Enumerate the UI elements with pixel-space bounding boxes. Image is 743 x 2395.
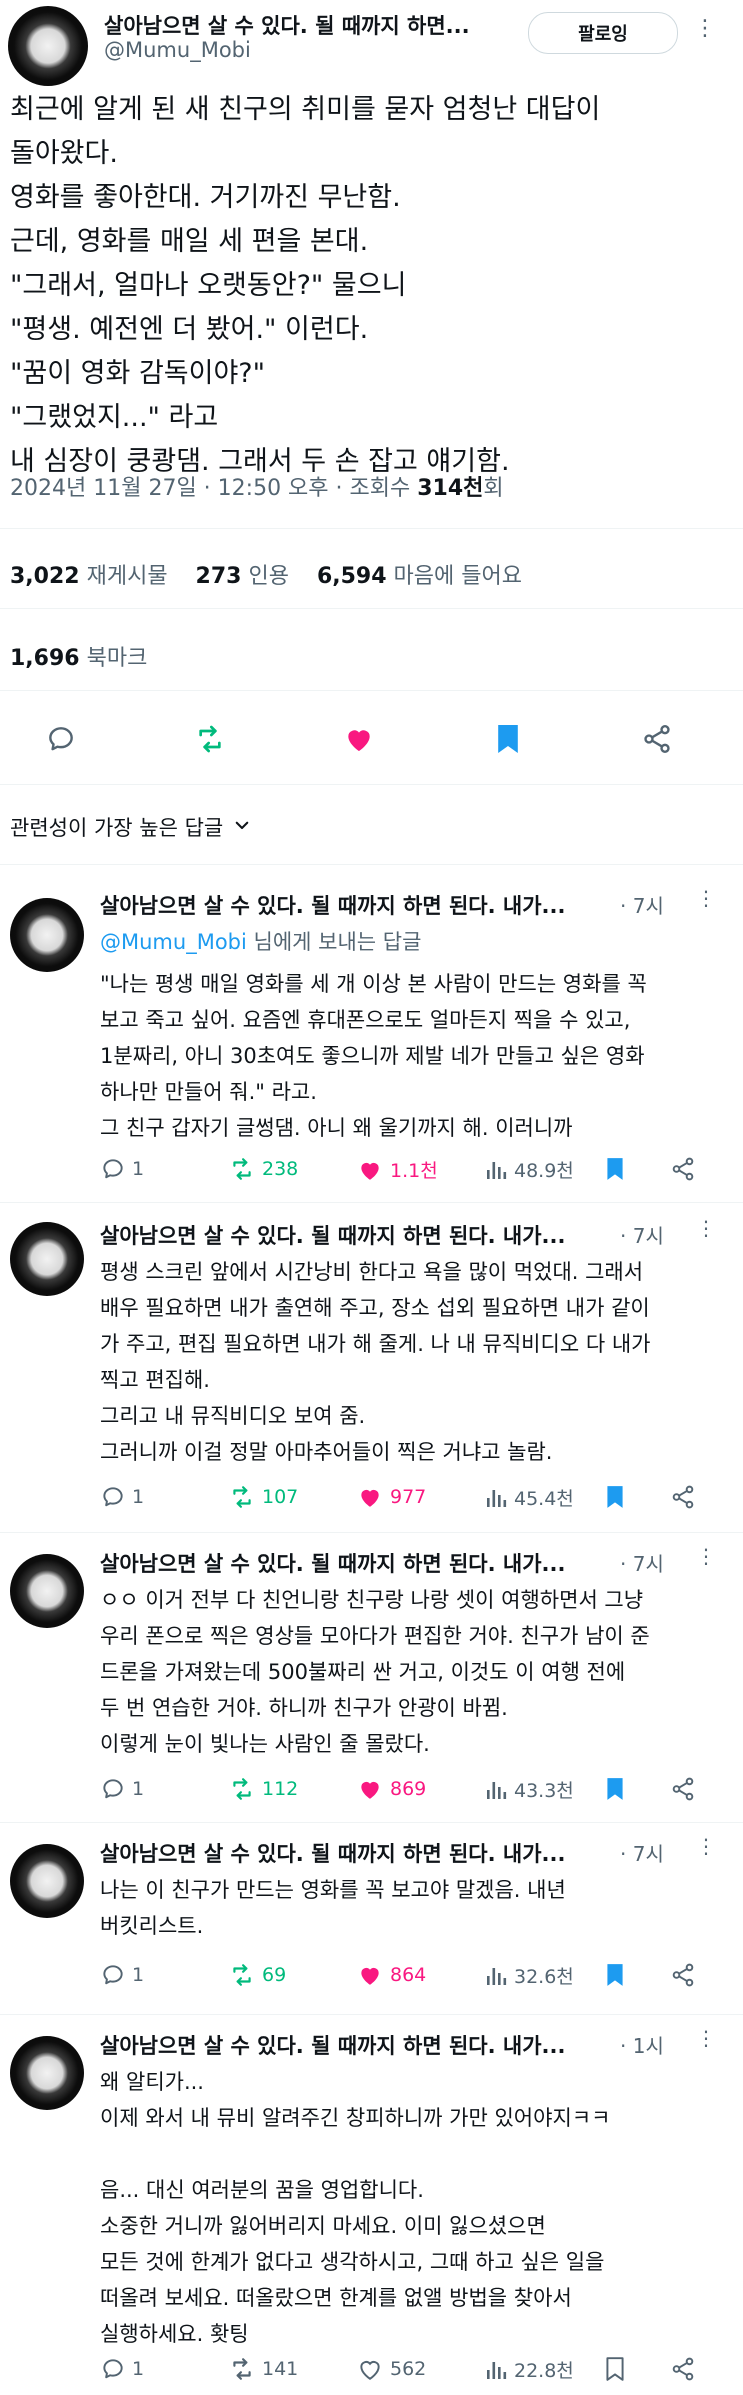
reply-share-icon[interactable] — [670, 1776, 696, 1802]
reply-author-name[interactable]: 살아남으면 살 수 있다. 될 때까지 하면 된다. 내가... — [100, 1838, 565, 1868]
reply-text: 왜 알티가... 이제 와서 내 뮤비 알려주긴 창피하니까 가만 있어야지ㅋㅋ… — [100, 2070, 611, 2346]
divider — [0, 784, 743, 785]
tweet-line: 돌아왔다. — [10, 138, 118, 169]
reply-views-button[interactable]: 22.8천 — [484, 2356, 574, 2383]
divider — [0, 528, 743, 529]
reply-share-icon[interactable] — [670, 2356, 696, 2382]
reply-like-button[interactable]: 869 — [356, 1776, 426, 1802]
reply-author-name[interactable]: 살아남으면 살 수 있다. 될 때까지 하면 된다. 내가... — [100, 890, 565, 920]
tweet-line: 최근에 알게 된 새 친구의 취미를 묻자 엄청난 대답이 — [10, 94, 601, 125]
reply-text: 평생 스크린 앞에서 시간낭비 한다고 욕을 많이 먹었대. 그래서 배우 필요… — [100, 1260, 651, 1464]
reply-like-button[interactable]: 977 — [356, 1484, 426, 1510]
divider — [0, 690, 743, 691]
reply-avatar[interactable] — [10, 1222, 84, 1296]
bookmark-count-link[interactable]: 1,696 북마크 — [10, 640, 147, 672]
tweet-stats-row: 3,022 재게시물 273 인용 6,594 마음에 들어요 — [10, 558, 522, 590]
follow-button[interactable]: 팔로잉 — [528, 12, 678, 54]
reply-more-icon[interactable]: ⋮ — [696, 1834, 717, 1858]
reply-reply-button[interactable]: 1 — [100, 1962, 144, 1988]
reply-more-icon[interactable]: ⋮ — [696, 886, 717, 910]
reply-reply-button[interactable]: 1 — [100, 1776, 144, 1802]
more-options-icon[interactable]: ⋮ — [694, 16, 717, 41]
tweet-line: "평생. 예전엔 더 봤어." 이런다. — [10, 314, 369, 345]
tweet-line: "그래서, 얼마나 오랫동안?" 물으니 — [10, 270, 407, 301]
views-suffix: 회 — [483, 476, 504, 501]
reply-reply-button[interactable]: 1 — [100, 1156, 144, 1182]
reply-avatar[interactable] — [10, 2036, 84, 2110]
reply-item[interactable]: 살아남으면 살 수 있다. 될 때까지 하면 된다. 내가... · 7시 ⋮ … — [0, 1202, 743, 1542]
reply-text: "나는 평생 매일 영화를 세 개 이상 본 사람이 만드는 영화를 꼭 보고 … — [100, 972, 647, 1140]
reply-retweet-button[interactable]: 112 — [228, 1776, 298, 1802]
reply-retweet-button[interactable]: 69 — [228, 1962, 286, 1988]
bookmark-icon[interactable] — [491, 722, 525, 756]
reply-author-name[interactable]: 살아남으면 살 수 있다. 될 때까지 하면 된다. 내가... — [100, 1548, 565, 1578]
reply-text: 나는 이 친구가 만드는 영화를 꼭 보고야 말겠음. 내년 버킷리스트. — [100, 1878, 566, 1938]
reply-author-name[interactable]: 살아남으면 살 수 있다. 될 때까지 하면 된다. 내가... — [100, 1220, 565, 1250]
retweet-icon[interactable] — [193, 722, 227, 756]
tweet-line: "꿈이 영화 감독이야?" — [10, 358, 266, 389]
reply-to-line: @Mumu_Mobi 님에게 보내는 답글 — [100, 930, 422, 954]
divider — [0, 608, 743, 609]
reply-avatar[interactable] — [10, 1554, 84, 1628]
reply-avatar[interactable] — [10, 898, 84, 972]
reply-bookmark-icon[interactable] — [604, 1156, 626, 1182]
author-handle[interactable]: @Mumu_Mobi — [104, 38, 251, 62]
author-name[interactable]: 살아남으면 살 수 있다. 될 때까지 하면... — [104, 10, 514, 40]
sort-label: 관련성이 가장 높은 답글 — [10, 816, 224, 840]
reply-time[interactable]: · 7시 — [620, 890, 664, 919]
reply-author-name[interactable]: 살아남으면 살 수 있다. 될 때까지 하면 된다. 내가... — [100, 2030, 565, 2060]
retweet-count-link[interactable]: 3,022 재게시물 — [10, 564, 168, 589]
tweet-line: 영화를 좋아한대. 거기까진 무난함. — [10, 182, 401, 213]
author-avatar[interactable] — [8, 6, 88, 86]
tweet-date[interactable]: 2024년 11월 27일 · 12:50 오후 · 조회수 — [10, 476, 417, 501]
tweet-meta: 2024년 11월 27일 · 12:50 오후 · 조회수 314천회 — [10, 470, 504, 502]
tweet-line: 근데, 영화를 매일 세 편을 본대. — [10, 226, 369, 257]
reply-reply-button[interactable]: 1 — [100, 1484, 144, 1510]
reply-time[interactable]: · 1시 — [620, 2030, 664, 2059]
reply-share-icon[interactable] — [670, 1484, 696, 1510]
reply-reply-button[interactable]: 1 — [100, 2356, 144, 2382]
reply-views-button[interactable]: 43.3천 — [484, 1776, 574, 1803]
reply-sort-dropdown[interactable]: 관련성이 가장 높은 답글 — [10, 812, 251, 842]
like-icon[interactable] — [342, 722, 376, 756]
tweet-views[interactable]: 314천 — [417, 476, 483, 501]
reply-item[interactable]: 살아남으면 살 수 있다. 될 때까지 하면 된다. 내가... · 7시 ⋮ … — [0, 870, 743, 1210]
reply-bookmark-icon[interactable] — [604, 2356, 626, 2382]
tweet-text: 최근에 알게 된 새 친구의 취미를 묻자 엄청난 대답이 돌아왔다. 영화를 … — [10, 88, 720, 484]
reply-to-handle[interactable]: @Mumu_Mobi — [100, 930, 247, 954]
reply-views-button[interactable]: 45.4천 — [484, 1484, 574, 1511]
reply-bookmark-icon[interactable] — [604, 1484, 626, 1510]
reply-text: ㅇㅇ 이거 전부 다 친언니랑 친구랑 나랑 셋이 여행하면서 그냥 우리 폰으… — [100, 1588, 650, 1756]
reply-item[interactable]: 살아남으면 살 수 있다. 될 때까지 하면 된다. 내가... · 7시 ⋮ … — [0, 1532, 743, 1832]
reply-retweet-button[interactable]: 238 — [228, 1156, 298, 1182]
reply-time[interactable]: · 7시 — [620, 1838, 664, 1867]
reply-icon[interactable] — [44, 722, 78, 756]
reply-like-button[interactable]: 864 — [356, 1962, 426, 1988]
reply-retweet-button[interactable]: 141 — [228, 2356, 298, 2382]
reply-time[interactable]: · 7시 — [620, 1220, 664, 1249]
reply-more-icon[interactable]: ⋮ — [696, 1216, 717, 1240]
reply-views-button[interactable]: 32.6천 — [484, 1962, 574, 1989]
divider — [0, 864, 743, 865]
reply-share-icon[interactable] — [670, 1156, 696, 1182]
reply-time[interactable]: · 7시 — [620, 1548, 664, 1577]
reply-retweet-button[interactable]: 107 — [228, 1484, 298, 1510]
reply-bookmark-icon[interactable] — [604, 1962, 626, 1988]
reply-like-button[interactable]: 1.1천 — [356, 1156, 438, 1183]
reply-avatar[interactable] — [10, 1844, 84, 1918]
chevron-down-icon — [233, 815, 251, 839]
reply-item[interactable]: 살아남으면 살 수 있다. 될 때까지 하면 된다. 내가... · 7시 ⋮ … — [0, 1822, 743, 2012]
reply-more-icon[interactable]: ⋮ — [696, 2026, 717, 2050]
reply-share-icon[interactable] — [670, 1962, 696, 1988]
quote-count-link[interactable]: 273 인용 — [196, 564, 289, 589]
reply-item[interactable]: 살아남으면 살 수 있다. 될 때까지 하면 된다. 내가... · 1시 ⋮ … — [0, 2014, 743, 2395]
tweet-line: "그랬었지..." 라고 — [10, 402, 219, 433]
reply-views-button[interactable]: 48.9천 — [484, 1156, 574, 1183]
reply-bookmark-icon[interactable] — [604, 1776, 626, 1802]
reply-more-icon[interactable]: ⋮ — [696, 1544, 717, 1568]
like-count-link[interactable]: 6,594 마음에 들어요 — [317, 564, 522, 589]
share-icon[interactable] — [640, 722, 674, 756]
reply-like-button[interactable]: 562 — [356, 2356, 426, 2382]
